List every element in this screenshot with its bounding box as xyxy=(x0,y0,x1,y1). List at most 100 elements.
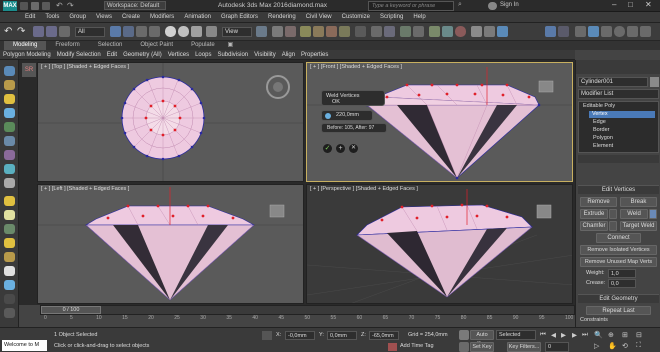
menu-modifiers[interactable]: Modifiers xyxy=(145,12,179,23)
safe-frame-icon[interactable]: SR xyxy=(22,63,36,77)
filter-spacewarps-icon[interactable] xyxy=(4,150,15,160)
panel-align[interactable]: Align xyxy=(279,50,298,60)
y-coordinate-field[interactable]: 0,0mm xyxy=(327,331,357,340)
link-icon[interactable] xyxy=(33,26,44,37)
rollout-edit-geometry[interactable]: Edit Geometry xyxy=(578,294,659,303)
add-time-tag[interactable]: Add Time Tag xyxy=(400,343,434,349)
filter-helpers-icon[interactable] xyxy=(4,136,15,146)
previous-frame-icon[interactable]: ◀ xyxy=(551,331,556,339)
snaps-toggle-icon[interactable] xyxy=(300,26,311,37)
filter-cameras-icon[interactable] xyxy=(4,122,15,132)
panel-visibility[interactable]: Visibility xyxy=(251,50,279,60)
go-to-start-icon[interactable]: ⏮ xyxy=(540,331,546,339)
reference-coordinate-dropdown[interactable]: View xyxy=(222,27,252,37)
schematic-view-icon[interactable] xyxy=(442,26,453,37)
new-file-icon[interactable] xyxy=(20,2,28,10)
filter-lights-icon[interactable] xyxy=(4,108,15,118)
tab-modeling[interactable]: Modeling xyxy=(4,41,47,50)
app-logo[interactable]: MAX xyxy=(3,1,17,11)
spinner-snap-icon[interactable] xyxy=(339,26,350,37)
weld-apply-plus-icon[interactable]: + xyxy=(336,144,345,153)
window-crossing-icon[interactable] xyxy=(149,26,160,37)
save-file-icon[interactable] xyxy=(42,2,50,10)
search-input[interactable]: Type a keyword or phrase xyxy=(368,1,454,11)
tab-selection[interactable]: Selection xyxy=(89,41,132,50)
place-icon[interactable] xyxy=(206,26,217,37)
toggle-ribbon-icon[interactable] xyxy=(413,26,424,37)
workspace-dropdown[interactable]: Workspace: Default xyxy=(104,1,166,10)
menu-animation[interactable]: Animation xyxy=(179,12,216,23)
x-coordinate-field[interactable]: -0,0mm xyxy=(285,331,315,340)
filter-xrefs-icon[interactable] xyxy=(4,178,15,188)
percent-snap-icon[interactable] xyxy=(326,26,337,37)
remove-button[interactable]: Remove xyxy=(580,197,617,207)
repeat-last-button[interactable]: Repeat Last xyxy=(586,306,651,315)
stack-edge[interactable]: Edge xyxy=(593,119,606,125)
maximize-viewport-icon[interactable]: ⛶ xyxy=(636,342,641,350)
filter-invert-icon[interactable] xyxy=(4,280,15,290)
go-to-end-icon[interactable]: ⏭ xyxy=(582,331,588,339)
utilities-panel-icon[interactable] xyxy=(640,26,651,37)
weld-caddy-ok-label[interactable]: OK xyxy=(332,99,340,105)
panel-polygon-modeling[interactable]: Polygon Modeling xyxy=(0,50,54,60)
align-icon[interactable] xyxy=(384,26,395,37)
close-icon[interactable]: ✕ xyxy=(645,0,652,9)
chamfer-button[interactable]: Chamfer xyxy=(580,221,608,231)
menu-create[interactable]: Create xyxy=(117,12,145,23)
panel-modify-selection[interactable]: Modify Selection xyxy=(54,50,104,60)
minimize-icon[interactable]: – xyxy=(612,0,616,9)
threshold-value[interactable]: 220,0mm xyxy=(336,112,359,118)
filter-all-icon[interactable] xyxy=(4,252,15,262)
panel-subdivision[interactable]: Subdivision xyxy=(214,50,251,60)
filter-hidden-icon[interactable] xyxy=(4,238,15,248)
explorer-options-icon[interactable] xyxy=(4,308,15,318)
panel-properties[interactable]: Properties xyxy=(298,50,331,60)
filter-bones-icon[interactable] xyxy=(4,196,15,206)
user-icon[interactable] xyxy=(488,2,497,10)
quad-menu-icon[interactable] xyxy=(545,26,556,37)
stack-border[interactable]: Border xyxy=(593,127,610,133)
menu-group[interactable]: Group xyxy=(64,12,91,23)
sort-icon[interactable] xyxy=(4,294,15,304)
weight-spinner[interactable]: 1,0 xyxy=(608,269,636,278)
redo-toolbar-icon[interactable]: ↷ xyxy=(17,26,28,37)
mirror-icon[interactable] xyxy=(371,26,382,37)
rectangular-selection-icon[interactable] xyxy=(136,26,147,37)
z-coordinate-field[interactable]: -65,0mm xyxy=(369,331,399,340)
menu-customize[interactable]: Customize xyxy=(337,12,375,23)
menu-help[interactable]: Help xyxy=(408,12,430,23)
open-file-icon[interactable] xyxy=(31,2,39,10)
menu-scripting[interactable]: Scripting xyxy=(375,12,408,23)
undo-toolbar-icon[interactable]: ↶ xyxy=(4,26,15,37)
object-name-field[interactable]: Cylinder001 xyxy=(578,77,648,87)
unlink-icon[interactable] xyxy=(46,26,57,37)
render-setup-icon[interactable] xyxy=(471,26,482,37)
filter-groups-icon[interactable] xyxy=(4,164,15,174)
extrude-settings-button[interactable] xyxy=(609,209,617,219)
render-production-icon[interactable] xyxy=(497,26,508,37)
menu-views[interactable]: Views xyxy=(91,12,117,23)
tab-object-paint[interactable]: Object Paint xyxy=(131,41,182,50)
tab-freeform[interactable]: Freeform xyxy=(46,41,88,50)
filter-shapes-icon[interactable] xyxy=(4,94,15,104)
curve-editor-icon[interactable] xyxy=(429,26,440,37)
time-slider-thumb[interactable]: 0 / 100 xyxy=(41,306,101,314)
keyboard-shortcut-icon[interactable] xyxy=(285,26,296,37)
viewport-layout-icon[interactable] xyxy=(558,26,569,37)
zoom-extents-icon[interactable]: ⊞ xyxy=(622,331,628,339)
panel-loops[interactable]: Loops xyxy=(192,50,214,60)
menu-edit[interactable]: Edit xyxy=(20,12,40,23)
remove-isolated-vertices-button[interactable]: Remove Isolated Vertices xyxy=(580,245,657,255)
field-of-view-icon[interactable]: ▷ xyxy=(594,342,599,350)
viewport-front[interactable]: [ + ] [Front ] [Shaded + Edged Faces ] W… xyxy=(306,62,573,182)
zoom-all-icon[interactable]: ⊕ xyxy=(608,331,614,339)
key-mode-icon[interactable] xyxy=(459,330,469,340)
modifier-list-dropdown[interactable]: Modifier List xyxy=(578,89,659,99)
zoom-icon[interactable]: 🔍 xyxy=(594,331,603,339)
material-editor-icon[interactable] xyxy=(455,26,466,37)
bind-space-warp-icon[interactable] xyxy=(59,26,70,37)
maximize-icon[interactable]: □ xyxy=(628,0,633,9)
connect-button[interactable]: Connect xyxy=(596,233,641,243)
stack-polygon[interactable]: Polygon xyxy=(593,135,613,141)
weld-settings-button[interactable] xyxy=(649,209,657,219)
